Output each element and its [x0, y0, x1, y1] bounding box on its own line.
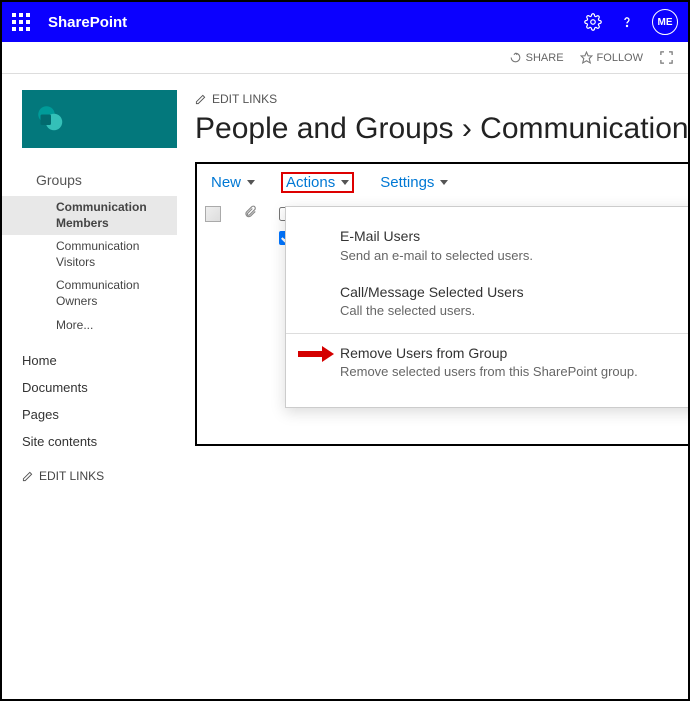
list-frame: New Actions Settings	[195, 162, 688, 446]
command-bar: SHARE FOLLOW	[2, 42, 688, 74]
dropdown-separator	[286, 333, 688, 334]
chevron-down-icon	[247, 180, 255, 185]
app-launcher-icon[interactable]	[12, 13, 30, 31]
actions-menu[interactable]: Actions	[283, 174, 352, 191]
sidebar-item-visitors[interactable]: Communication Visitors	[2, 235, 177, 274]
sidebar-item-members[interactable]: Communication Members	[2, 196, 177, 235]
focus-icon[interactable]	[659, 50, 674, 65]
share-label: SHARE	[526, 52, 564, 64]
edit-links-label: EDIT LINKS	[39, 469, 104, 483]
new-label: New	[211, 174, 241, 191]
actions-dropdown: E-Mail Users Send an e-mail to selected …	[285, 206, 688, 408]
nav-section-groups: Groups	[2, 148, 177, 196]
chevron-down-icon	[341, 180, 349, 185]
suite-bar: SharePoint ME	[2, 2, 688, 42]
nav-home[interactable]: Home	[2, 347, 177, 374]
site-logo[interactable]	[22, 90, 177, 148]
new-menu[interactable]: New	[211, 174, 255, 191]
dd-title: Remove Users from Group	[340, 344, 680, 364]
follow-button[interactable]: FOLLOW	[580, 51, 643, 64]
edit-links-top-label: EDIT LINKS	[212, 92, 277, 106]
edit-links-top[interactable]: EDIT LINKS	[195, 92, 688, 106]
edit-links-bottom[interactable]: EDIT LINKS	[2, 455, 177, 489]
dd-sub: Call the selected users.	[340, 302, 680, 320]
gear-icon[interactable]	[584, 13, 602, 31]
arrow-right-icon	[298, 346, 334, 362]
chevron-down-icon	[440, 180, 448, 185]
nav-site-contents[interactable]: Site contents	[2, 428, 177, 455]
page-title: People and Groups › Communication	[195, 112, 688, 146]
help-icon[interactable]	[618, 13, 636, 31]
share-button[interactable]: SHARE	[509, 51, 564, 64]
dropdown-email-users[interactable]: E-Mail Users Send an e-mail to selected …	[286, 221, 688, 277]
nav-documents[interactable]: Documents	[2, 374, 177, 401]
sidebar-item-more[interactable]: More...	[2, 314, 177, 338]
dd-title: E-Mail Users	[340, 227, 680, 247]
picture-column-icon	[205, 206, 221, 222]
dropdown-remove-users[interactable]: Remove Users from Group Remove selected …	[286, 338, 688, 394]
actions-label: Actions	[286, 174, 335, 191]
dropdown-call-users[interactable]: Call/Message Selected Users Call the sel…	[286, 277, 688, 333]
settings-label: Settings	[380, 174, 434, 191]
list-toolbar: New Actions Settings	[197, 164, 688, 201]
nav-pages[interactable]: Pages	[2, 401, 177, 428]
left-nav: Groups Communication Members Communicati…	[2, 74, 177, 489]
avatar[interactable]: ME	[652, 9, 678, 35]
sidebar-item-owners[interactable]: Communication Owners	[2, 274, 177, 313]
settings-menu[interactable]: Settings	[380, 174, 448, 191]
dd-sub: Send an e-mail to selected users.	[340, 247, 680, 265]
brand-label[interactable]: SharePoint	[48, 14, 127, 31]
dd-title: Call/Message Selected Users	[340, 283, 680, 303]
follow-label: FOLLOW	[597, 52, 643, 64]
dd-sub: Remove selected users from this SharePoi…	[340, 363, 680, 381]
attachment-icon	[243, 205, 257, 223]
main-content: EDIT LINKS People and Groups › Communica…	[177, 74, 688, 489]
